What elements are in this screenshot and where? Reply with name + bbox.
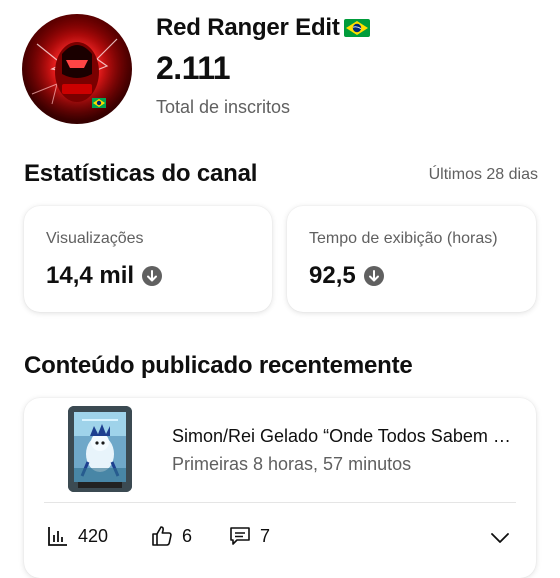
channel-avatar[interactable] <box>22 14 132 124</box>
stat-value: 14,4 mil <box>46 262 135 289</box>
chevron-down-icon[interactable] <box>488 526 512 550</box>
video-title[interactable]: Simon/Rei Gelado “Onde Todos Sabem Seu N… <box>172 426 512 447</box>
comments-metric: 7 <box>228 524 270 548</box>
arrow-down-circle-icon <box>142 266 163 286</box>
stat-value-row: 92,5 <box>309 262 384 290</box>
video-meta: Primeiras 8 horas, 57 minutos <box>172 454 412 474</box>
date-range-label[interactable]: Últimos 28 dias <box>429 166 538 184</box>
stat-label: Visualizações <box>46 230 144 247</box>
bar-chart-icon <box>48 527 67 546</box>
subscriber-label: Total de inscritos <box>156 97 291 117</box>
recent-video-card[interactable]: Simon/Rei Gelado “Onde Todos Sabem Seu N… <box>24 398 536 578</box>
stat-value: 92,5 <box>309 262 356 289</box>
card-divider <box>44 502 516 503</box>
arrow-down-circle-icon <box>363 266 384 286</box>
thumbs-up-icon <box>152 526 172 546</box>
views-stat-card[interactable]: Visualizações 14,4 mil <box>24 206 272 312</box>
watch-time-stat-card[interactable]: Tempo de exibição (horas) 92,5 <box>287 206 536 312</box>
subscriber-count: 2.111 <box>156 50 231 86</box>
channel-name-row: Red Ranger Edit <box>156 14 370 42</box>
views-metric: 420 <box>46 524 108 548</box>
stat-label: Tempo de exibição (horas) <box>309 230 498 247</box>
comments-count: 7 <box>260 525 271 546</box>
recent-section-title: Conteúdo publicado recentemente <box>24 352 413 379</box>
channel-name: Red Ranger Edit <box>156 14 340 41</box>
stat-value-row: 14,4 mil <box>46 262 163 290</box>
stats-section-title: Estatísticas do canal <box>24 160 258 187</box>
comment-icon <box>230 527 250 545</box>
likes-metric: 6 <box>150 524 192 548</box>
likes-count: 6 <box>182 525 193 546</box>
video-thumbnail[interactable] <box>68 406 132 492</box>
channel-header: Red Ranger Edit 2.111 Total de inscritos <box>0 0 560 140</box>
views-count: 420 <box>78 525 109 546</box>
brazil-flag-icon <box>343 19 370 37</box>
